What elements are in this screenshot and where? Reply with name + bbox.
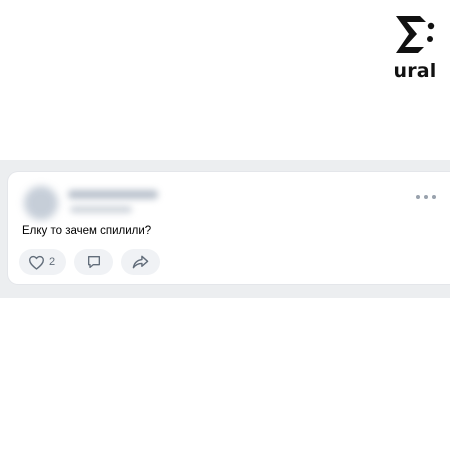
like-count: 2 <box>49 256 56 268</box>
comment-icon <box>87 256 100 268</box>
share-icon <box>132 255 149 269</box>
comment-button[interactable] <box>74 249 113 275</box>
share-button[interactable] <box>121 249 160 275</box>
author-name-blurred[interactable] <box>68 190 158 199</box>
brand-logo-text: ural <box>393 60 437 82</box>
brand-logo: ural <box>392 12 438 84</box>
more-options-button[interactable] <box>416 192 436 202</box>
post-text: Елку то зачем спилили? <box>22 225 152 237</box>
like-button[interactable]: 2 <box>19 249 66 275</box>
sigma-logo-icon <box>396 16 435 53</box>
more-horizontal-icon <box>416 195 420 199</box>
heart-icon <box>28 255 44 270</box>
post-actions: 2 <box>19 249 160 275</box>
author-avatar[interactable] <box>24 186 58 220</box>
post-card: Елку то зачем спилили? 2 <box>8 172 450 284</box>
post-date-blurred[interactable] <box>70 206 132 213</box>
